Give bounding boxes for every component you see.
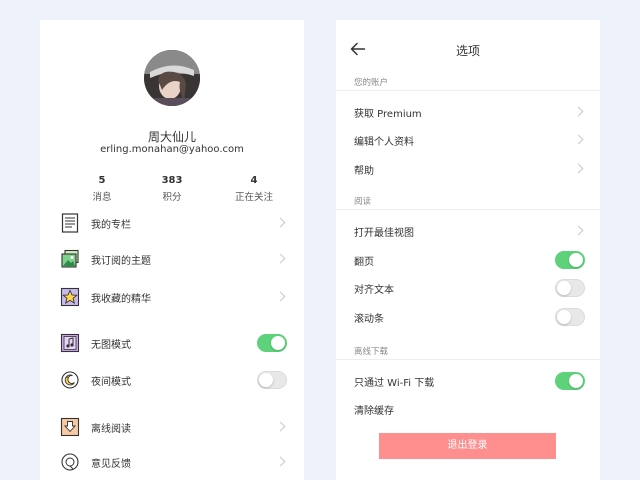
chevron-right-icon (275, 253, 286, 264)
option-page-turn: 翻页 (336, 247, 600, 273)
menu-item-my-column[interactable]: 我的专栏 (40, 208, 304, 238)
menu-item-offline-reading[interactable]: 离线阅读 (40, 412, 304, 442)
option-help[interactable]: 帮助 (336, 156, 600, 182)
moon-icon (61, 371, 79, 389)
option-label: 获取 Premium (354, 109, 422, 120)
option-label: 滚动条 (354, 314, 384, 325)
page-turn-toggle[interactable] (555, 251, 585, 269)
feedback-icon (61, 453, 79, 471)
page-title: 选项 (455, 44, 480, 58)
chevron-right-icon (573, 163, 584, 174)
star-icon (60, 287, 80, 307)
stat-messages[interactable]: 5 消息 (72, 175, 132, 203)
chevron-right-icon (275, 421, 286, 432)
toggle-knob (557, 281, 571, 295)
stat-points[interactable]: 383 积分 (142, 175, 202, 203)
option-label: 清除缓存 (354, 406, 394, 417)
stat-label: 消息 (92, 192, 112, 203)
chevron-right-icon (573, 106, 584, 117)
menu-item-label: 意见反馈 (91, 459, 131, 470)
stat-following[interactable]: 4 正在关注 (224, 175, 284, 203)
menu-item-label: 我收藏的精华 (91, 294, 151, 305)
document-icon (61, 213, 79, 233)
profile-panel: 周大仙儿 erling.monahan@yahoo.com 5 消息 383 积… (40, 20, 304, 480)
menu-item-label: 我订阅的主题 (91, 256, 151, 267)
divider (336, 359, 600, 360)
chevron-right-icon (275, 217, 286, 228)
toggle-knob (259, 373, 273, 387)
option-scrollbar: 滚动条 (336, 304, 600, 330)
option-wifi-download: 只通过 Wi-Fi 下载 (336, 368, 600, 394)
no-image-mode-toggle[interactable] (257, 334, 287, 352)
section-label-reading: 阅读 (354, 197, 372, 207)
chevron-right-icon (275, 291, 286, 302)
menu-item-label: 夜间模式 (91, 377, 131, 388)
toggle-knob (569, 374, 583, 388)
option-label: 编辑个人资料 (354, 137, 414, 148)
menu-item-feedback[interactable]: 意见反馈 (40, 447, 304, 477)
option-best-view[interactable]: 打开最佳视图 (336, 218, 600, 244)
menu-item-label: 我的专栏 (91, 220, 131, 231)
user-name: 周大仙儿 (147, 130, 196, 144)
stat-label: 积分 (162, 192, 182, 203)
image-stack-icon (61, 249, 79, 268)
section-label-account: 您的账户 (354, 78, 389, 88)
option-get-premium[interactable]: 获取 Premium (336, 99, 600, 125)
menu-item-label: 无图模式 (91, 340, 131, 351)
option-edit-profile[interactable]: 编辑个人资料 (336, 127, 600, 153)
option-label: 翻页 (354, 257, 374, 268)
logout-button[interactable]: 退出登录 (379, 433, 556, 459)
menu-item-subscribed-topics[interactable]: 我订阅的主题 (40, 244, 304, 274)
night-mode-toggle[interactable] (257, 371, 287, 389)
menu-item-no-image-mode: 无图模式 (40, 328, 304, 358)
option-label: 只通过 Wi-Fi 下载 (354, 378, 435, 389)
stat-value: 4 (250, 175, 258, 186)
menu-item-night-mode: 夜间模式 (40, 365, 304, 395)
chevron-right-icon (573, 134, 584, 145)
justify-text-toggle[interactable] (555, 279, 585, 297)
download-icon (60, 417, 80, 437)
toggle-knob (271, 336, 285, 350)
avatar[interactable] (144, 50, 200, 106)
toggle-knob (557, 310, 571, 324)
stat-label: 正在关注 (234, 192, 273, 203)
option-justify-text: 对齐文本 (336, 275, 600, 301)
divider (336, 90, 600, 91)
option-clear-cache[interactable]: 清除缓存 (336, 396, 600, 422)
avatar-photo (144, 50, 200, 106)
menu-item-label: 离线阅读 (91, 424, 131, 435)
user-email: erling.monahan@yahoo.com (100, 144, 244, 155)
chevron-right-icon (275, 456, 286, 467)
options-panel: 选项 您的账户 获取 Premium 编辑个人资料 帮助 阅读 打开最佳视图 翻… (336, 20, 600, 480)
option-label: 对齐文本 (354, 285, 394, 296)
scrollbar-toggle[interactable] (555, 308, 585, 326)
menu-item-favorites[interactable]: 我收藏的精华 (40, 282, 304, 312)
music-note-icon (60, 333, 80, 353)
stat-value: 5 (98, 175, 106, 186)
option-label: 打开最佳视图 (354, 228, 414, 239)
section-label-offline: 离线下载 (354, 347, 389, 357)
stat-value: 383 (161, 175, 183, 186)
option-label: 帮助 (354, 166, 374, 177)
chevron-right-icon (573, 225, 584, 236)
wifi-download-toggle[interactable] (555, 372, 585, 390)
toggle-knob (569, 253, 583, 267)
divider (336, 209, 600, 210)
